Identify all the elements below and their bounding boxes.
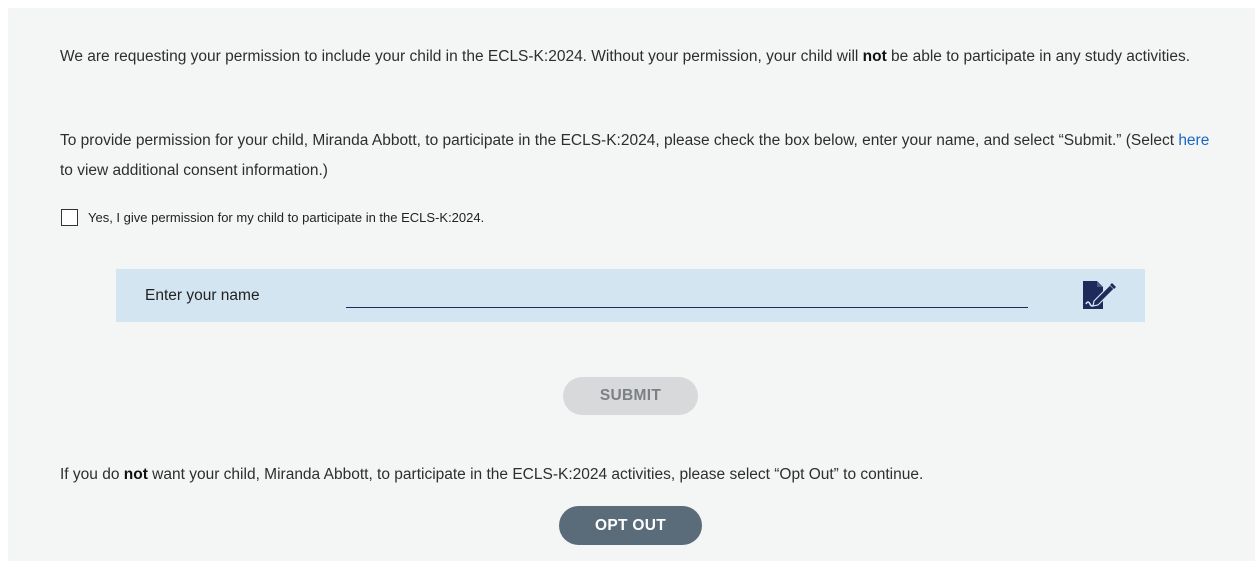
opt-out-text-after: want your child, Miranda Abbott, to part…	[147, 466, 924, 483]
opt-out-text: If you do not want your child, Miranda A…	[60, 460, 1250, 490]
instructions-text: To provide permission for your child, Mi…	[60, 126, 1210, 186]
intro-text-after: be able to participate in any study acti…	[886, 48, 1191, 65]
consent-info-link[interactable]: here	[1178, 132, 1209, 149]
name-entry-box: Enter your name	[116, 269, 1145, 322]
permission-request-text: We are requesting your permission to inc…	[60, 42, 1210, 72]
signature-pen-icon[interactable]	[1077, 279, 1119, 311]
instructions-text-after: to view additional consent information.)	[60, 162, 328, 179]
opt-out-emphasis: not	[123, 466, 148, 483]
permission-checkbox[interactable]	[61, 209, 78, 226]
opt-out-text-before: If you do	[60, 466, 124, 483]
opt-out-button[interactable]: OPT OUT	[559, 506, 702, 545]
permission-checkbox-row[interactable]: Yes, I give permission for my child to p…	[61, 209, 484, 226]
intro-text-before: We are requesting your permission to inc…	[60, 48, 863, 65]
consent-panel: We are requesting your permission to inc…	[8, 8, 1255, 561]
permission-checkbox-label: Yes, I give permission for my child to p…	[88, 210, 485, 225]
name-label: Enter your name	[145, 287, 260, 304]
instructions-text-before: To provide permission for your child, Mi…	[60, 132, 1179, 149]
intro-emphasis: not	[862, 48, 887, 65]
submit-button[interactable]: SUBMIT	[563, 377, 698, 415]
name-input[interactable]	[346, 283, 1028, 308]
